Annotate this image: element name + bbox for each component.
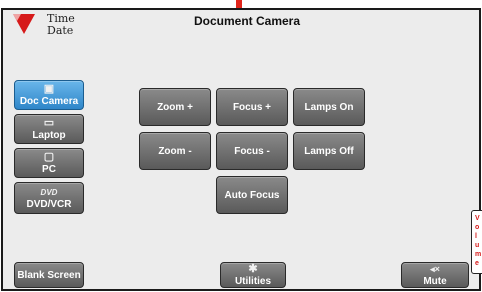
lamps-off-button[interactable]: Lamps Off: [293, 132, 365, 170]
gear-icon: ✱: [248, 262, 258, 275]
utilities-label: Utilities: [234, 275, 272, 287]
volume-letter: V: [475, 215, 480, 222]
date-label: Date: [47, 24, 74, 37]
focus-in-button[interactable]: Focus +: [216, 88, 288, 126]
source-pc-button[interactable]: ▢ PC: [14, 148, 84, 178]
blank-screen-button[interactable]: Blank Screen: [14, 262, 84, 288]
source-dvd-vcr-button[interactable]: DVD DVD/VCR: [14, 182, 84, 214]
zoom-in-button[interactable]: Zoom +: [139, 88, 211, 126]
source-label: PC: [42, 163, 56, 175]
volume-letter: m: [475, 251, 482, 258]
document-camera-icon: ▣: [43, 82, 55, 95]
volume-side-tab[interactable]: V o l u m e: [471, 210, 482, 274]
laptop-icon: ▭: [43, 116, 55, 129]
source-label: Laptop: [32, 129, 66, 141]
source-doc-camera-button[interactable]: ▣ Doc Camera: [14, 80, 84, 110]
utilities-button[interactable]: ✱ Utilities: [220, 262, 286, 288]
top-red-marker: [236, 0, 242, 8]
lamps-on-button[interactable]: Lamps On: [293, 88, 365, 126]
control-panel: Time Date Document Camera ▣ Doc Camera ▭…: [0, 0, 482, 292]
volume-letter: o: [475, 224, 480, 231]
logo-icon: [13, 14, 35, 34]
volume-letter: u: [475, 242, 480, 249]
panel-frame: Time Date Document Camera ▣ Doc Camera ▭…: [1, 8, 481, 291]
dvd-icon: DVD: [40, 187, 58, 197]
speaker-mute-icon: ◂×: [430, 263, 440, 274]
focus-out-button[interactable]: Focus -: [216, 132, 288, 170]
mute-button[interactable]: ◂× Mute: [401, 262, 469, 288]
volume-letter: e: [475, 260, 479, 267]
zoom-out-button[interactable]: Zoom -: [139, 132, 211, 170]
volume-letter: l: [475, 233, 477, 240]
source-label: Doc Camera: [19, 95, 79, 107]
auto-focus-button[interactable]: Auto Focus: [216, 176, 288, 214]
monitor-icon: ▢: [43, 150, 55, 163]
source-label: DVD/VCR: [26, 198, 72, 210]
source-laptop-button[interactable]: ▭ Laptop: [14, 114, 84, 144]
mute-label: Mute: [423, 275, 447, 287]
page-title: Document Camera: [193, 14, 301, 28]
